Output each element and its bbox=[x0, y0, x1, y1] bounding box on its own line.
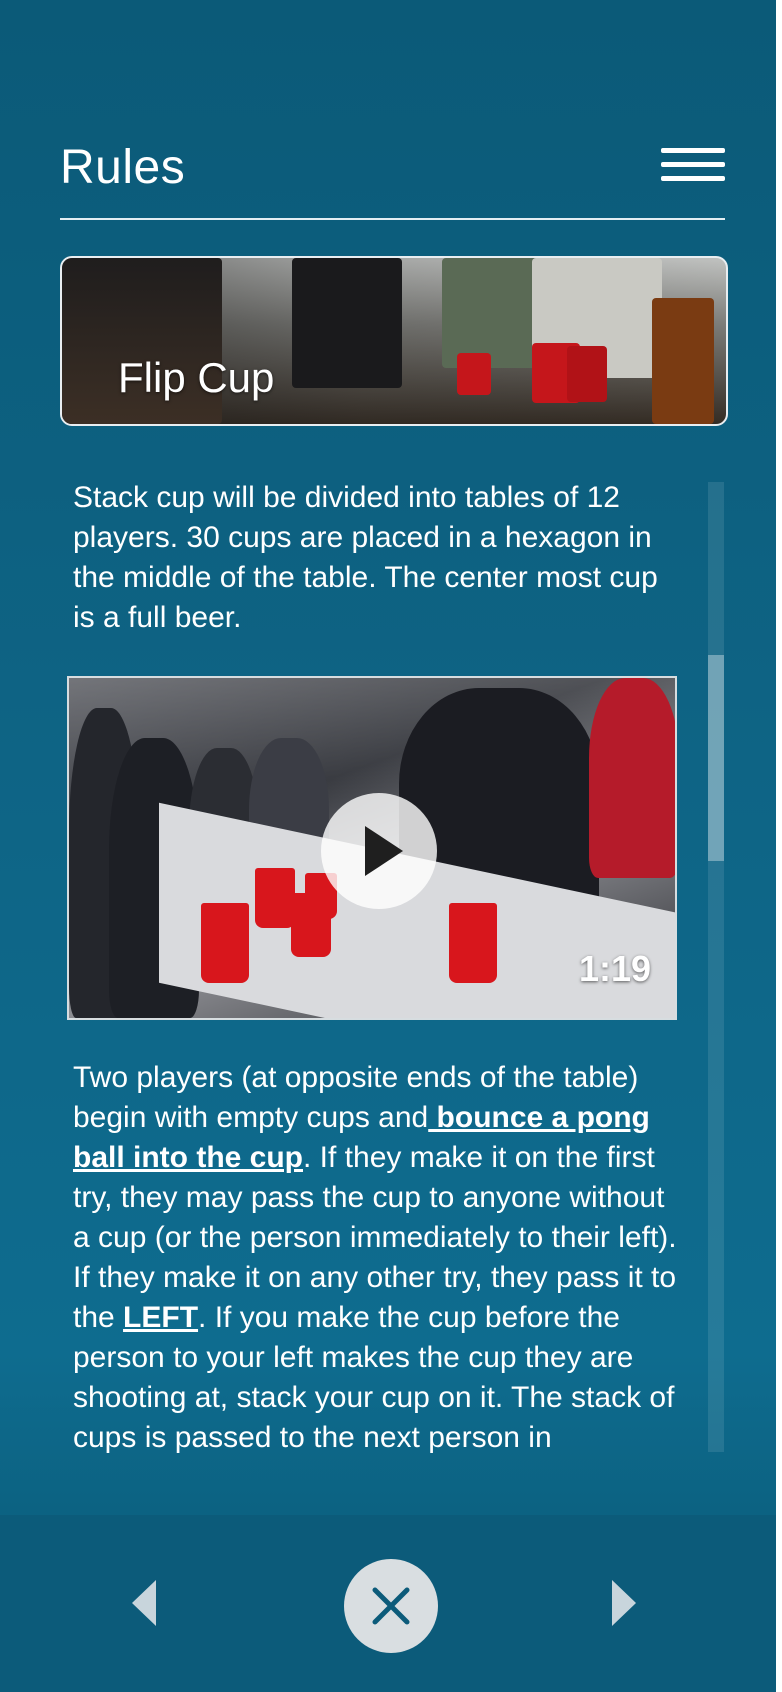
scrollbar-thumb[interactable] bbox=[708, 655, 724, 861]
game-banner: Flip Cup bbox=[60, 256, 728, 426]
video-cup bbox=[201, 903, 249, 983]
header: Rules bbox=[60, 140, 725, 220]
banner-cup bbox=[567, 346, 607, 402]
banner-cup bbox=[457, 353, 491, 395]
rules-intro-text: Stack cup will be divided into tables of… bbox=[73, 481, 658, 634]
rules-screen: Rules Flip Cup Stack cup will be divided… bbox=[0, 0, 782, 1692]
header-divider bbox=[60, 218, 725, 220]
rules-content[interactable]: Stack cup will be divided into tables of… bbox=[60, 478, 710, 1453]
app-background: Rules Flip Cup Stack cup will be divided… bbox=[0, 0, 782, 1692]
video-player[interactable]: 1:19 bbox=[67, 676, 677, 1020]
video-cup bbox=[449, 903, 497, 983]
banner-beer-mug bbox=[652, 298, 714, 424]
left-emphasis-link[interactable]: LEFT bbox=[123, 1301, 198, 1334]
bottom-nav-bar bbox=[0, 1515, 782, 1692]
close-x-glyph bbox=[372, 1587, 410, 1625]
banner-figure bbox=[292, 258, 402, 388]
video-duration: 1:19 bbox=[578, 948, 651, 989]
video-figure bbox=[589, 678, 675, 878]
chevron-left-icon[interactable] bbox=[132, 1580, 156, 1626]
screen-edge bbox=[776, 0, 782, 1692]
banner-title: Flip Cup bbox=[118, 354, 275, 401]
close-icon[interactable] bbox=[344, 1559, 438, 1653]
chevron-right-icon[interactable] bbox=[612, 1580, 636, 1626]
scrollbar-track[interactable] bbox=[708, 482, 724, 1452]
banner-figure bbox=[442, 258, 542, 368]
play-icon[interactable] bbox=[321, 793, 437, 909]
play-triangle bbox=[365, 826, 403, 876]
hamburger-menu-icon[interactable] bbox=[661, 146, 725, 190]
rules-body-text: Two players (at opposite ends of the tab… bbox=[60, 1058, 683, 1453]
video-cup bbox=[255, 868, 295, 928]
page-title: Rules bbox=[60, 141, 186, 194]
